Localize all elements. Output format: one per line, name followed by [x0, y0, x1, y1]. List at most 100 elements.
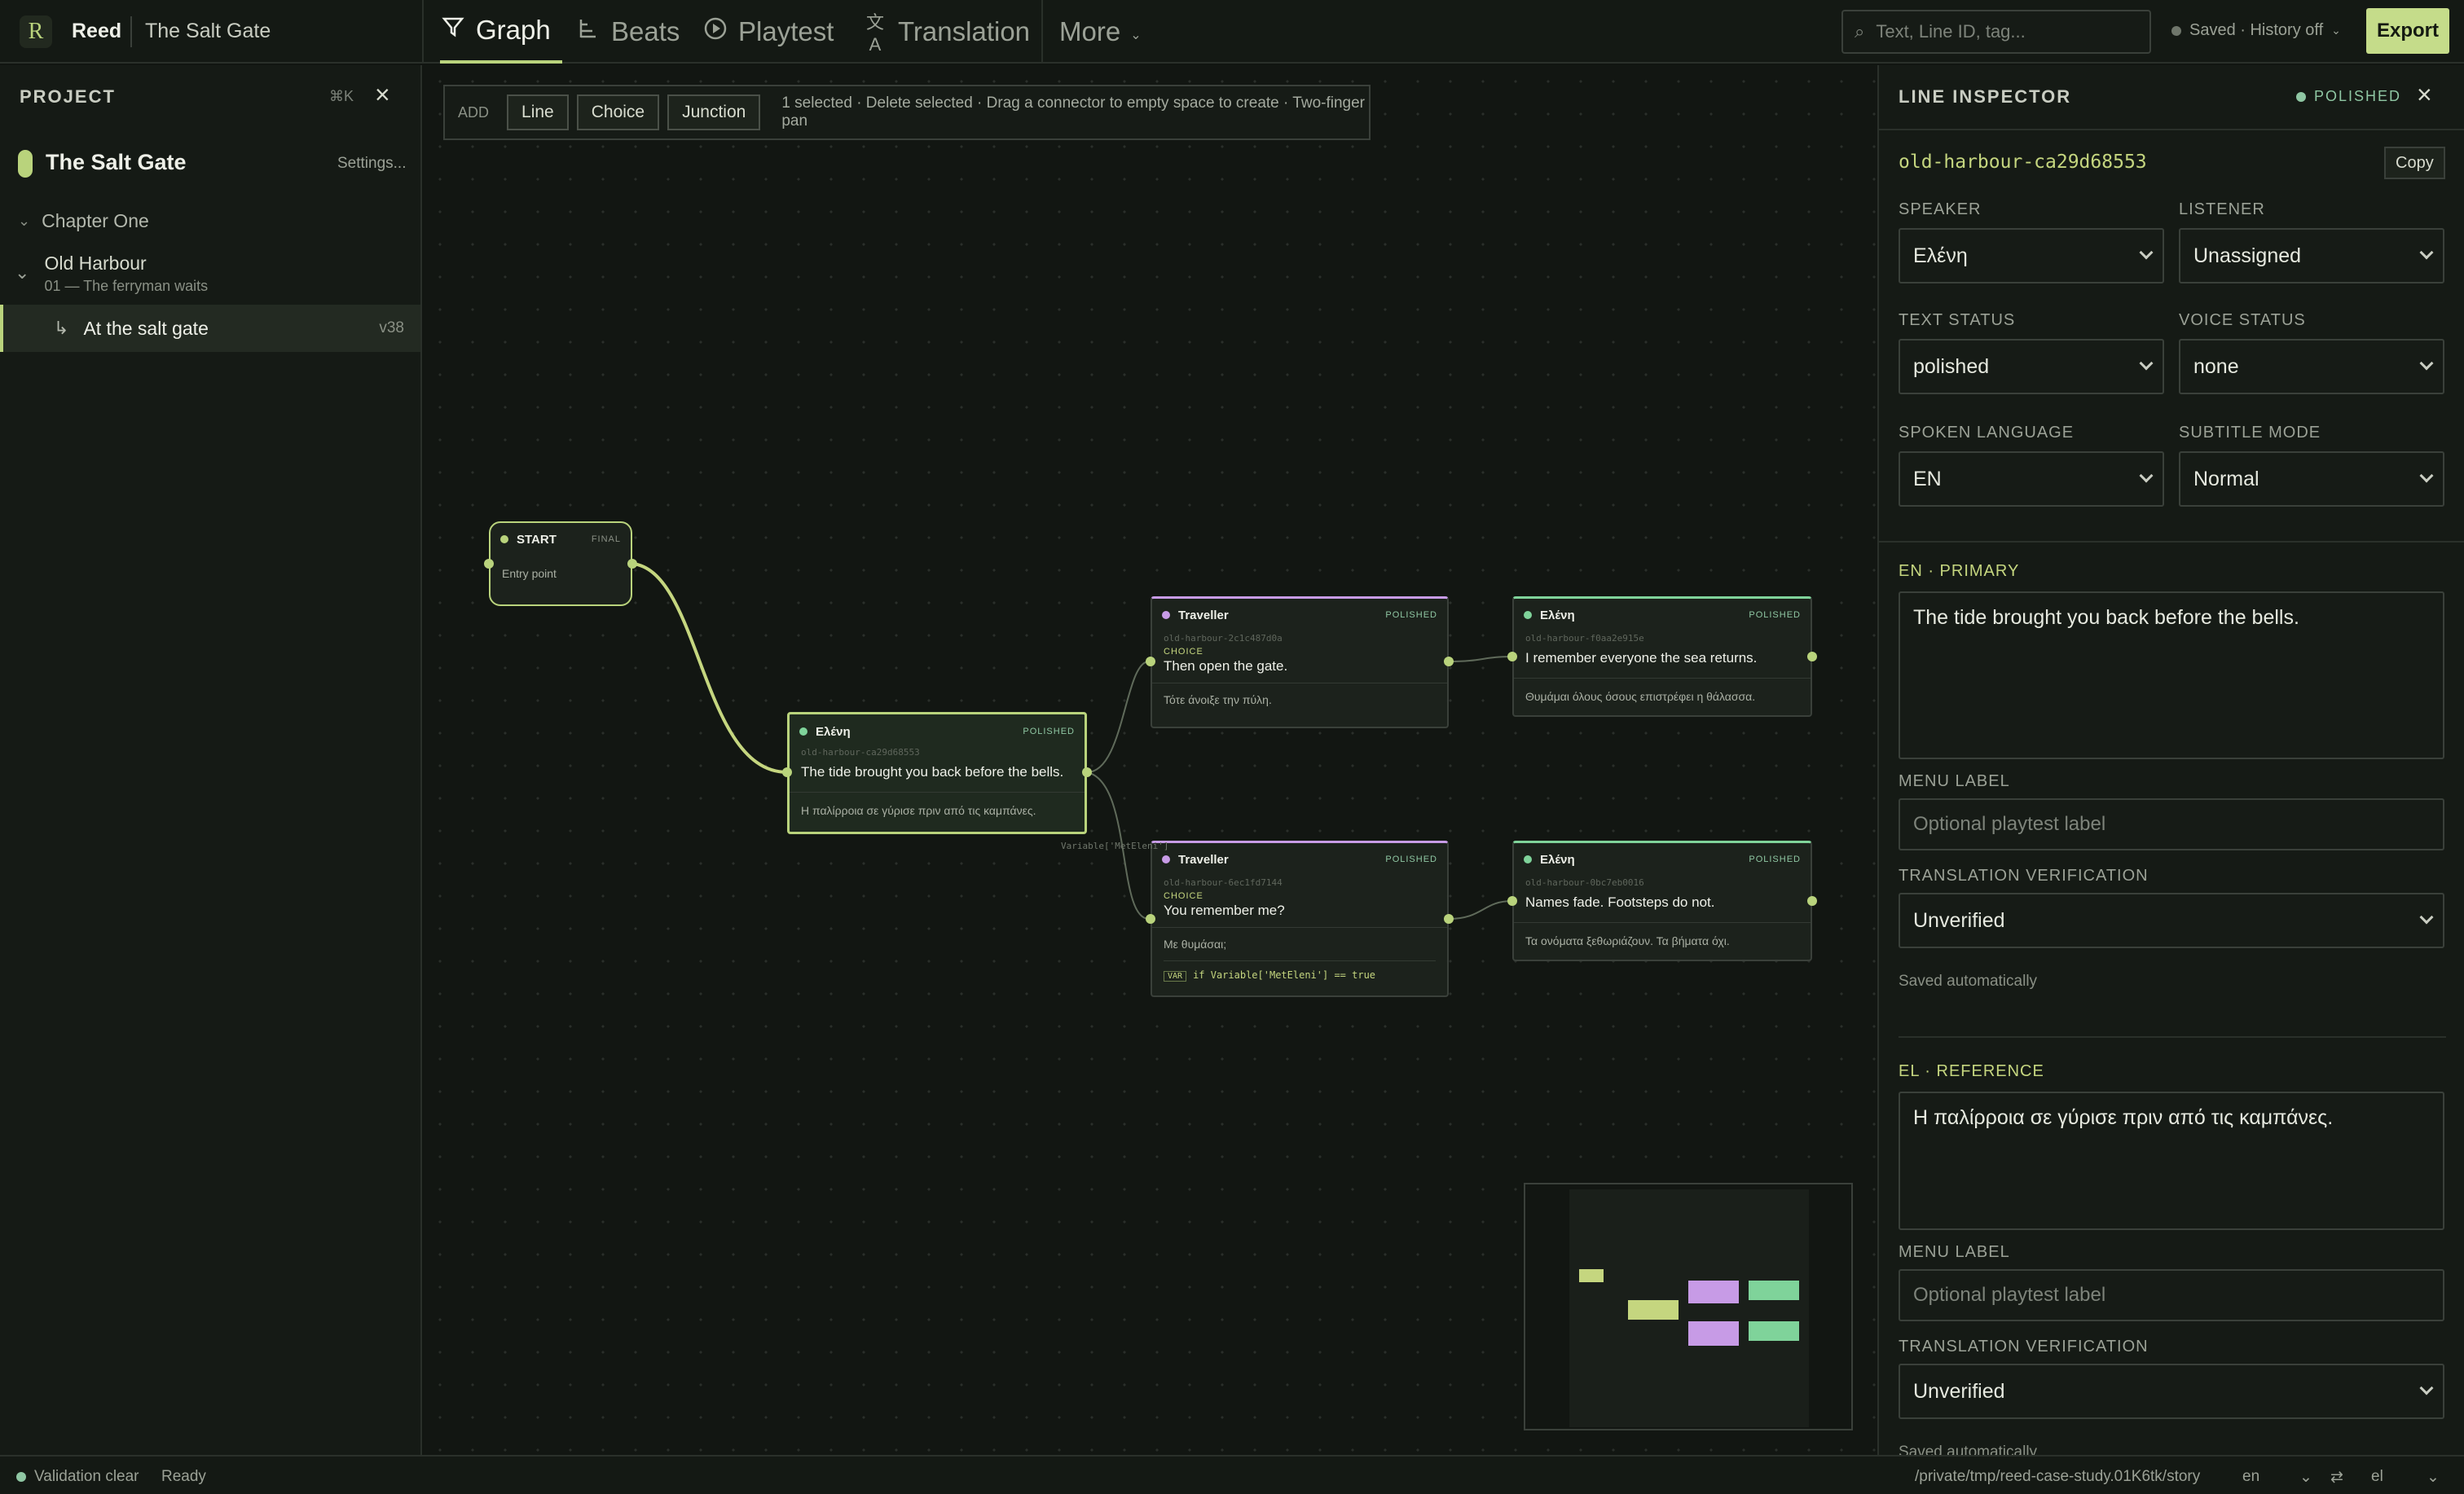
menu-label-input[interactable]: [1913, 1284, 2443, 1307]
speaker-dot-icon: [1524, 855, 1532, 863]
node-tag: CHOICE: [1164, 891, 1203, 901]
toolbar-hint: 1 selected · Delete selected · Drag a co…: [781, 94, 1365, 130]
voice-status-value: none: [2193, 354, 2239, 378]
verification-value: Unverified: [1913, 1379, 2005, 1403]
spoken-language-value: EN: [1913, 467, 1942, 490]
node-speaker: Ελένη: [816, 724, 851, 739]
node-speaker: Ελένη: [1540, 608, 1575, 622]
choice-node[interactable]: Traveller POLISHED old-harbour-2c1c487d0…: [1151, 596, 1449, 728]
add-choice-button[interactable]: Choice: [576, 94, 660, 130]
add-line-button[interactable]: Line: [507, 94, 569, 130]
reference-text-area[interactable]: Η παλίρροια σε γύρισε πριν από τις καμπά…: [1899, 1092, 2444, 1230]
chevron-down-icon: [2419, 910, 2434, 925]
node-speaker: Traveller: [1178, 608, 1229, 622]
verification-label: TRANSLATION VERIFICATION: [1899, 867, 2149, 885]
port[interactable]: [1146, 914, 1155, 924]
minimap-node: [1579, 1269, 1604, 1282]
reference-heading: EL · REFERENCE: [1899, 1062, 2044, 1080]
divider: [1879, 541, 2464, 543]
menu-label-input[interactable]: [1913, 813, 2443, 836]
choice-node[interactable]: Traveller POLISHED old-harbour-6ec1fd714…: [1151, 841, 1449, 997]
speaker-dot-icon: [1162, 611, 1170, 619]
primary-text-area[interactable]: The tide brought you back before the bel…: [1899, 591, 2444, 759]
connector[interactable]: [1448, 900, 1513, 920]
connector[interactable]: [631, 562, 788, 774]
node-id: old-harbour-2c1c487d0a: [1164, 633, 1283, 644]
node-status: POLISHED: [1749, 855, 1801, 864]
port[interactable]: [484, 559, 494, 569]
text-status-select[interactable]: polished: [1899, 339, 2164, 394]
voice-status-select[interactable]: none: [2179, 339, 2444, 394]
source-language[interactable]: en: [2242, 1468, 2259, 1486]
verification-select[interactable]: Unverified: [1899, 893, 2444, 948]
line-node[interactable]: Ελένη POLISHED old-harbour-0bc7eb0016 Na…: [1512, 841, 1812, 961]
port[interactable]: [1507, 652, 1517, 661]
autosave-note: Saved automatically: [1899, 1443, 2038, 1455]
connector[interactable]: [1448, 656, 1513, 662]
chevron-down-icon[interactable]: ⌄: [2427, 1468, 2440, 1487]
speaker-dot-icon: [1524, 611, 1532, 619]
speaker-select[interactable]: Ελένη: [1899, 228, 2164, 283]
node-id: old-harbour-0bc7eb0016: [1525, 877, 1644, 888]
minimap[interactable]: [1524, 1183, 1853, 1430]
port[interactable]: [1082, 767, 1092, 777]
node-text: Then open the gate.: [1164, 658, 1288, 674]
node-text: Entry point: [502, 567, 557, 580]
minimap-viewport[interactable]: [1569, 1189, 1809, 1427]
node-id: old-harbour-6ec1fd7144: [1164, 877, 1283, 888]
ready-status: Ready: [161, 1468, 206, 1485]
listener-value: Unassigned: [2193, 244, 2302, 267]
chevron-down-icon: [2419, 245, 2434, 260]
subtitle-mode-select[interactable]: Normal: [2179, 451, 2444, 507]
validation-status[interactable]: Validation clear: [16, 1468, 139, 1486]
connector[interactable]: [1086, 661, 1150, 773]
chevron-down-icon: [2419, 356, 2434, 371]
menu-label-field[interactable]: [1899, 798, 2444, 850]
validation-text: Validation clear: [34, 1468, 139, 1485]
line-inspector: LINE INSPECTOR POLISHED × old-harbour-ca…: [1877, 65, 2464, 1455]
port[interactable]: [627, 559, 637, 569]
close-icon[interactable]: ×: [2417, 80, 2432, 110]
start-node[interactable]: START FINAL Entry point: [489, 521, 632, 606]
copy-id-button[interactable]: Copy: [2384, 147, 2445, 179]
node-id: old-harbour-f0aa2e915e: [1525, 633, 1644, 644]
swap-icon[interactable]: ⇄: [2330, 1468, 2343, 1487]
node-text: You remember me?: [1164, 903, 1285, 918]
port[interactable]: [782, 767, 792, 777]
subtitle-mode-label: SUBTITLE MODE: [2179, 424, 2321, 442]
menu-label-label: MENU LABEL: [1899, 772, 2010, 790]
chevron-down-icon: [2419, 1381, 2434, 1395]
edge-condition-label: Variable['MetEleni']: [1061, 841, 1169, 851]
status-text: POLISHED: [2314, 88, 2402, 104]
chevron-down-icon[interactable]: ⌄: [2299, 1468, 2312, 1487]
port[interactable]: [1807, 896, 1817, 906]
menu-label-field[interactable]: [1899, 1269, 2444, 1321]
node-dot-icon: [500, 535, 508, 543]
line-id: old-harbour-ca29d68553: [1899, 152, 2147, 173]
add-junction-button[interactable]: Junction: [667, 94, 761, 130]
node-translation: Τα ονόματα ξεθωριάζουν. Τα βήματα όχι.: [1514, 922, 1811, 947]
node-status: FINAL: [591, 534, 621, 544]
line-node[interactable]: Ελένη POLISHED old-harbour-f0aa2e915e I …: [1512, 596, 1812, 717]
condition-tag: VAR: [1164, 971, 1187, 982]
verification-select[interactable]: Unverified: [1899, 1364, 2444, 1419]
port[interactable]: [1146, 657, 1155, 666]
node-status: POLISHED: [1023, 727, 1075, 736]
status-bar: Validation clear Ready /private/tmp/reed…: [0, 1455, 2464, 1494]
node-text: Names fade. Footsteps do not.: [1525, 894, 1715, 910]
verification-value: Unverified: [1913, 908, 2005, 932]
node-status: POLISHED: [1385, 855, 1437, 864]
listener-select[interactable]: Unassigned: [2179, 228, 2444, 283]
minimap-node: [1688, 1321, 1739, 1346]
line-node-selected[interactable]: Ελένη POLISHED old-harbour-ca29d68553 Th…: [787, 712, 1087, 834]
spoken-language-select[interactable]: EN: [1899, 451, 2164, 507]
node-title: START: [517, 532, 557, 547]
port[interactable]: [1444, 914, 1454, 924]
port[interactable]: [1807, 652, 1817, 661]
port[interactable]: [1444, 657, 1454, 666]
port[interactable]: [1507, 896, 1517, 906]
text-status-label: TEXT STATUS: [1899, 311, 2016, 329]
chevron-down-icon: [2139, 245, 2154, 260]
target-language[interactable]: el: [2371, 1468, 2383, 1486]
primary-heading: EN · PRIMARY: [1899, 562, 2020, 580]
